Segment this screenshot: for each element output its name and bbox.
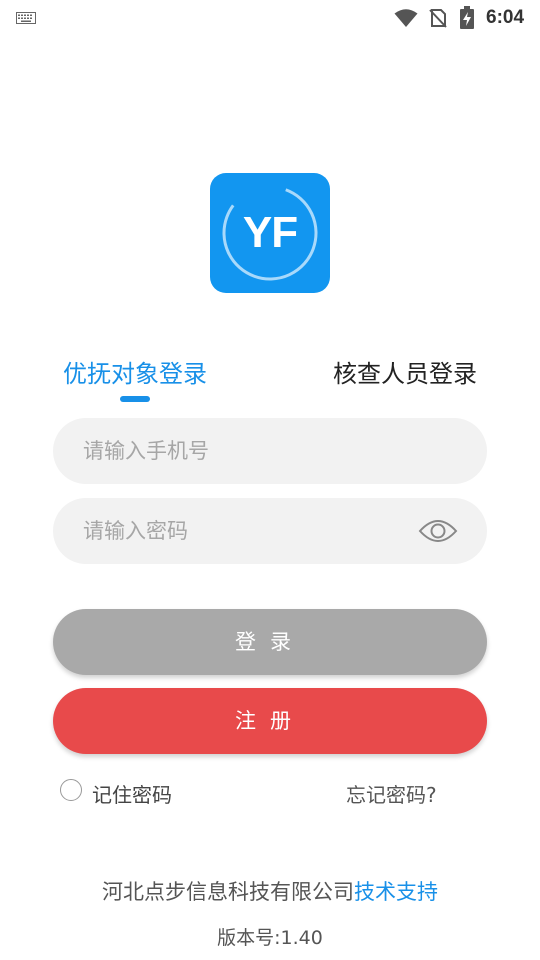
tab-inspector-login[interactable]: 核查人员登录: [333, 354, 477, 389]
phone-field[interactable]: [53, 418, 487, 484]
version-label: 版本号:1.40: [217, 927, 323, 949]
status-time: 6:04: [486, 7, 525, 28]
tab-active-indicator: [120, 396, 150, 402]
footer-credit: 河北点步信息科技有限公司技术支持: [0, 876, 540, 906]
remember-password-checkbox[interactable]: [60, 779, 82, 801]
battery-charging-icon: [460, 6, 474, 29]
no-sim-icon: [429, 9, 447, 28]
company-name: 河北点步信息科技有限公司: [102, 880, 354, 904]
app-logo: YF: [210, 173, 330, 293]
remember-password-label[interactable]: 记住密码: [92, 779, 172, 808]
logo-text: YF: [242, 208, 298, 257]
password-field[interactable]: [53, 498, 487, 564]
login-button[interactable]: 登录: [53, 609, 487, 675]
password-input[interactable]: [83, 498, 413, 564]
register-button[interactable]: 注册: [53, 688, 487, 754]
forgot-password-link[interactable]: 忘记密码?: [346, 779, 437, 808]
tab-beneficiary-login[interactable]: 优抚对象登录: [63, 354, 207, 389]
eye-icon[interactable]: [418, 515, 458, 547]
phone-input[interactable]: [83, 418, 413, 484]
status-bar: 6:04: [0, 0, 540, 36]
tech-support-link[interactable]: 技术支持: [354, 880, 438, 904]
keyboard-icon: [16, 12, 36, 24]
wifi-icon: [394, 9, 418, 27]
